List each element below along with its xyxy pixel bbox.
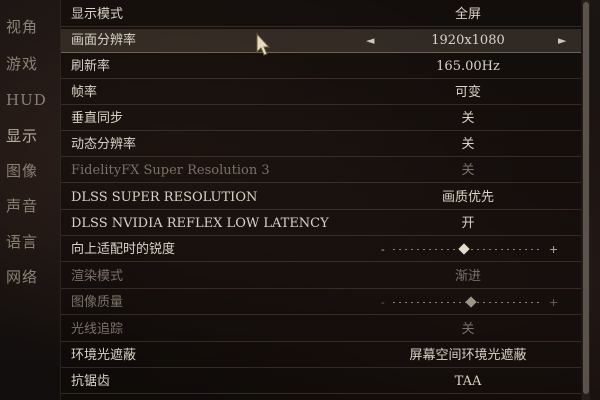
setting-value: 165.00Hz (436, 59, 500, 74)
setting-row-image-quality: 图像质量 - + (61, 291, 581, 315)
category-graphics[interactable]: 图像 (6, 161, 50, 181)
setting-row-render-mode: 渲染模式 渐进 (61, 265, 581, 289)
setting-label: 显示模式 (71, 7, 124, 22)
setting-label: 垂直同步 (71, 111, 124, 126)
category-hud[interactable]: HUD (6, 90, 50, 110)
category-language[interactable]: 语言 (6, 232, 50, 252)
mouse-cursor-icon (256, 32, 271, 56)
setting-value: 1920x1080 (431, 33, 505, 48)
setting-label: DLSS NVIDIA REFLEX LOW LATENCY (71, 216, 329, 231)
setting-row-ambient-occlusion[interactable]: 环境光遮蔽 屏幕空间环境光遮蔽 (61, 344, 581, 368)
setting-row-dynamic-resolution[interactable]: 动态分辨率 关 (61, 133, 581, 157)
setting-value: 开 (461, 216, 475, 231)
setting-label: 抗锯齿 (71, 374, 111, 389)
setting-value: TAA (454, 374, 482, 389)
setting-label: 渲染模式 (71, 269, 124, 284)
setting-row-frame-rate[interactable]: 帧率 可变 (61, 81, 581, 105)
setting-label: 帧率 (71, 85, 98, 100)
setting-label: 光线追踪 (71, 322, 124, 337)
setting-value: 屏幕空间环境光遮蔽 (409, 348, 527, 363)
category-display[interactable]: 显示 (6, 126, 50, 146)
setting-row-ray-tracing: 光线追踪 关 (61, 318, 581, 342)
setting-value: 关 (461, 163, 475, 178)
setting-row-dlss-super-resolution[interactable]: DLSS SUPER RESOLUTION 画质优先 (61, 186, 581, 210)
right-arrow-icon[interactable]: ► (558, 29, 566, 53)
category-audio[interactable]: 声音 (6, 196, 50, 216)
category-game[interactable]: 游戏 (6, 54, 50, 74)
setting-row-refresh-rate[interactable]: 刷新率 165.00Hz (61, 55, 581, 79)
scrollbar-thumb[interactable] (583, 2, 589, 394)
setting-label: 动态分辨率 (71, 137, 137, 152)
setting-row-anti-aliasing[interactable]: 抗锯齿 TAA (61, 370, 581, 394)
setting-row-display-mode[interactable]: 显示模式 全屏 (61, 3, 581, 27)
setting-label: 刷新率 (71, 59, 111, 74)
setting-value: 画质优先 (441, 190, 494, 205)
setting-row-vsync[interactable]: 垂直同步 关 (61, 107, 581, 131)
setting-label: 环境光遮蔽 (71, 348, 137, 363)
setting-value: 关 (461, 111, 475, 126)
setting-label: DLSS SUPER RESOLUTION (71, 190, 258, 205)
setting-row-dlss-reflex[interactable]: DLSS NVIDIA REFLEX LOW LATENCY 开 (61, 212, 581, 236)
minus-icon: - (381, 296, 385, 309)
setting-value: 关 (461, 137, 475, 152)
category-network[interactable]: 网络 (6, 267, 50, 287)
slider-thumb[interactable] (457, 243, 470, 255)
setting-value: 关 (461, 322, 475, 337)
setting-label: 向上适配时的锐度 (71, 242, 176, 257)
setting-row-upscale-sharpness[interactable]: 向上适配时的锐度 - + (61, 238, 581, 262)
setting-label: 图像质量 (71, 295, 124, 310)
minus-icon[interactable]: - (381, 238, 385, 262)
category-camera[interactable]: 视角 (6, 17, 50, 37)
slider-thumb (465, 296, 477, 308)
category-sidebar: 视角 游戏 HUD 显示 图像 声音 语言 网络 (0, 0, 52, 400)
plus-icon: + (549, 296, 559, 309)
left-arrow-icon[interactable]: ◄ (366, 29, 374, 53)
setting-row-fsr3: FidelityFX Super Resolution 3 关 (61, 159, 581, 183)
plus-icon[interactable]: + (549, 238, 558, 262)
sharpness-slider[interactable]: - + (381, 238, 558, 262)
setting-value: 可变 (454, 85, 481, 100)
setting-row-resolution[interactable]: 画面分辨率 ◄ 1920x1080 ► (61, 29, 581, 53)
setting-label: 画面分辨率 (71, 33, 137, 48)
image-quality-slider: - + (381, 291, 559, 315)
setting-value: 渐进 (454, 269, 481, 284)
setting-label: FidelityFX Super Resolution 3 (71, 163, 270, 178)
display-settings-panel: 显示模式 全屏 画面分辨率 ◄ 1920x1080 ► 刷新率 165.00Hz… (60, 0, 581, 400)
setting-value: 全屏 (454, 7, 481, 22)
